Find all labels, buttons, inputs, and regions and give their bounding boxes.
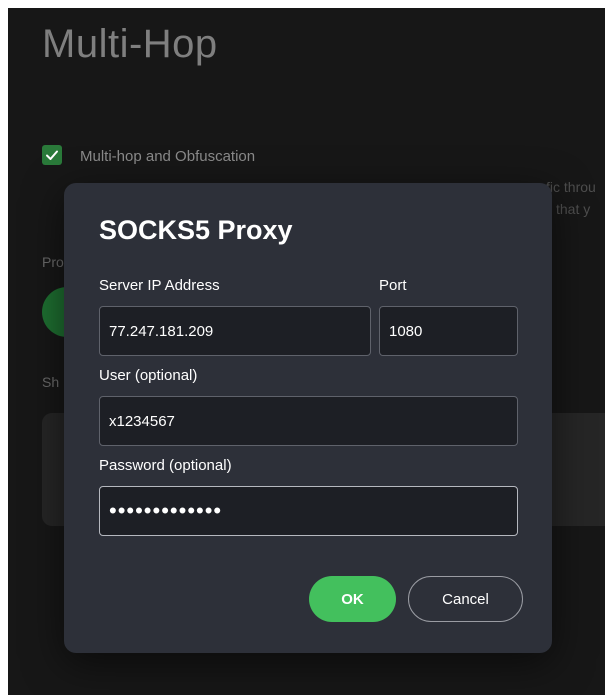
multihop-checkbox[interactable] xyxy=(42,145,62,165)
port-label: Port xyxy=(379,277,407,294)
background-description-line: fic throu xyxy=(546,179,596,195)
socks5-proxy-dialog: SOCKS5 Proxy Server IP Address Port 77.2… xyxy=(64,183,552,653)
page-title: Multi-Hop xyxy=(42,22,218,66)
server-ip-value: 77.247.181.209 xyxy=(109,322,214,340)
dialog-title: SOCKS5 Proxy xyxy=(99,215,293,245)
password-input[interactable]: ••••••••••••• xyxy=(99,486,518,536)
background-description: fic throu that y xyxy=(546,176,605,220)
password-label: Password (optional) xyxy=(99,457,232,474)
user-value: x1234567 xyxy=(109,412,175,430)
port-value: 1080 xyxy=(389,322,423,340)
checkmark-icon xyxy=(46,150,58,160)
multihop-checkbox-label: Multi-hop and Obfuscation xyxy=(80,148,256,165)
ok-button[interactable]: OK xyxy=(309,576,396,622)
background-description-line: that y xyxy=(556,201,591,217)
background-show-label: Sh xyxy=(42,374,60,390)
user-label: User (optional) xyxy=(99,367,198,384)
server-ip-input[interactable]: 77.247.181.209 xyxy=(99,306,371,356)
background-protocol-label: Pro xyxy=(42,254,64,270)
port-input[interactable]: 1080 xyxy=(379,306,518,356)
cancel-button[interactable]: Cancel xyxy=(408,576,523,622)
user-input[interactable]: x1234567 xyxy=(99,396,518,446)
password-masked-value: ••••••••••••• xyxy=(109,498,223,523)
server-ip-label: Server IP Address xyxy=(99,277,220,294)
